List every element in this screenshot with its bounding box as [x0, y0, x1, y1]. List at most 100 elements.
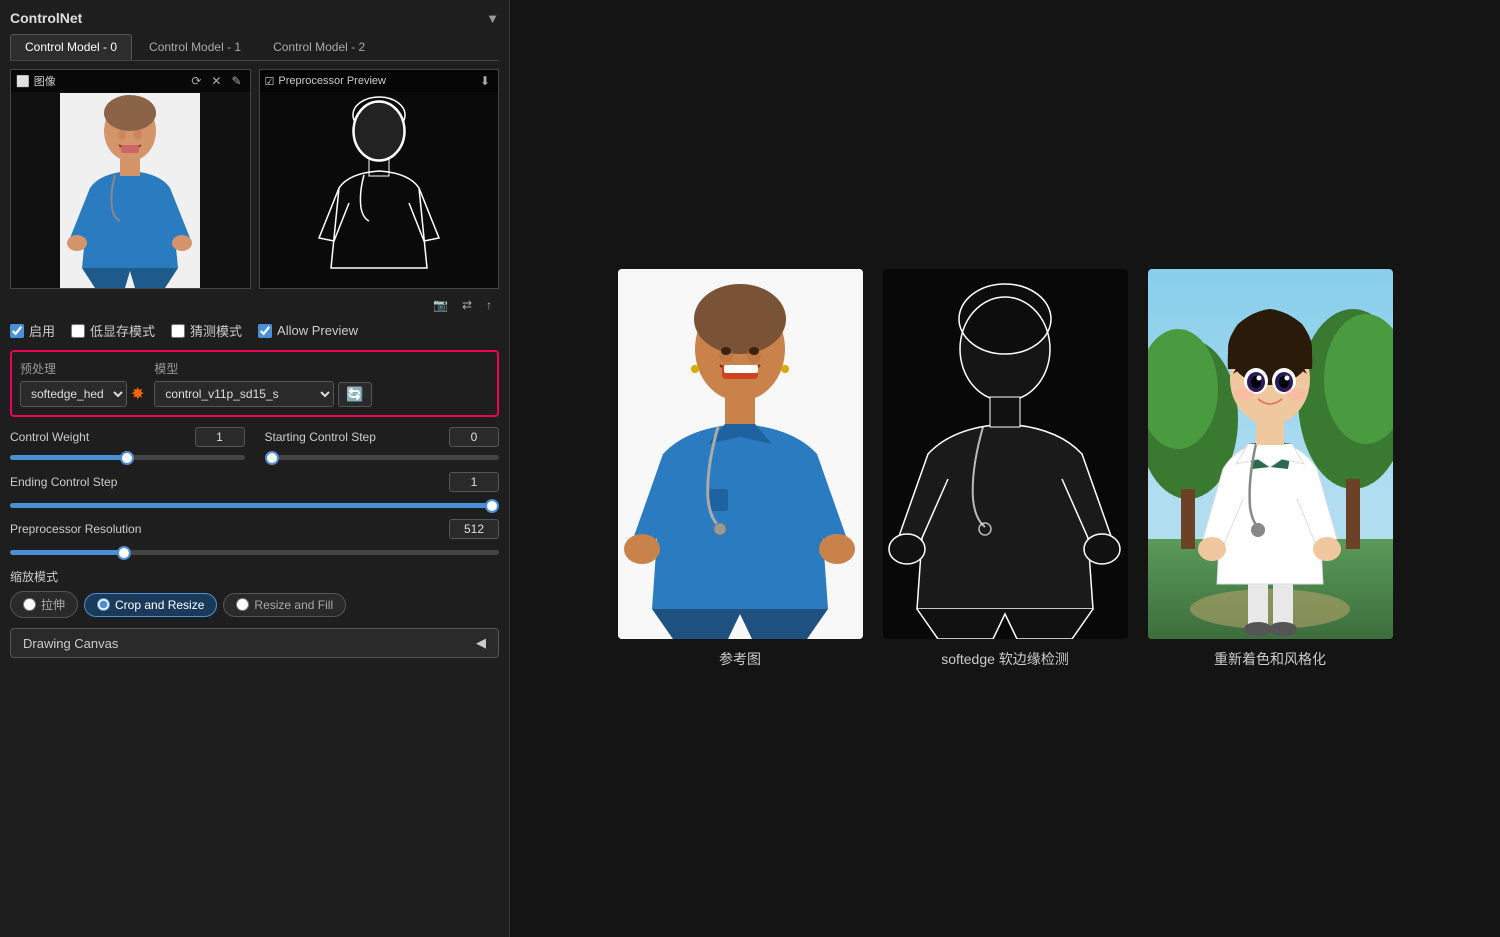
starting-step-row: Starting Control Step: [265, 427, 500, 447]
weight-starting-container: Control Weight Starting Control Step: [10, 427, 499, 460]
stretch-radio-input[interactable]: [23, 598, 36, 611]
ending-step-value[interactable]: [449, 472, 499, 492]
starting-step-slider[interactable]: [265, 455, 500, 460]
result-caption-edge: softedge 软边缘检测: [941, 649, 1069, 669]
enable-checkbox[interactable]: [10, 324, 24, 338]
right-panel: 参考图: [510, 0, 1500, 937]
control-weight-row: Control Weight: [10, 427, 245, 447]
result-nurse-photo-svg: [618, 269, 863, 639]
crop-resize-radio-input[interactable]: [97, 598, 110, 611]
result-image-edge: [883, 269, 1128, 639]
tab-control-model-0[interactable]: Control Model - 0: [10, 34, 132, 60]
result-images: 参考图: [618, 269, 1393, 669]
tab-control-model-1[interactable]: Control Model - 1: [134, 34, 256, 60]
close-source-button[interactable]: ✕: [208, 73, 224, 89]
result-caption-ref: 参考图: [719, 649, 761, 669]
enable-checkbox-item[interactable]: 启用: [10, 321, 55, 340]
result-col-anime: 重新着色和风格化: [1148, 269, 1393, 669]
toolbar-row: 📷 ⇄ ↑: [10, 297, 499, 313]
result-edge-svg: [883, 269, 1128, 639]
tab-bar: Control Model - 0 Control Model - 1 Cont…: [10, 34, 499, 61]
resolution-row: Preprocessor Resolution: [10, 519, 499, 539]
result-caption-anime: 重新着色和风格化: [1214, 649, 1326, 669]
source-image-box: ⬜ 图像 ⟳ ✕ ✎: [10, 69, 251, 289]
model-select[interactable]: control_v11p_sd15_s control_v11p_sd15_ca…: [154, 381, 334, 407]
crop-resize-radio[interactable]: Crop and Resize: [84, 593, 217, 617]
drawing-canvas-arrow: ◀: [476, 635, 486, 651]
resolution-label: Preprocessor Resolution: [10, 522, 141, 536]
result-col-ref: 参考图: [618, 269, 863, 669]
source-nurse-svg: [60, 93, 200, 288]
stretch-label: 拉伸: [41, 596, 65, 613]
control-weight-slider[interactable]: [10, 455, 245, 460]
fire-icon: ✸: [131, 384, 144, 404]
control-weight-label: Control Weight: [10, 430, 89, 444]
lowvram-checkbox-item[interactable]: 低显存模式: [71, 321, 155, 340]
panel-title: ControlNet: [10, 10, 82, 26]
result-image-anime: [1148, 269, 1393, 639]
ending-step-label: Ending Control Step: [10, 475, 117, 489]
checkbox-row: 启用 低显存模式 猜测模式 Allow Preview: [10, 321, 499, 340]
resize-fill-radio[interactable]: Resize and Fill: [223, 593, 346, 617]
preview-edge-svg: [309, 93, 449, 288]
preprocessor-field: 预处理 softedge_hed none canny depth openpo…: [20, 360, 144, 407]
starting-step-value[interactable]: [449, 427, 499, 447]
drawing-canvas-label: Drawing Canvas: [23, 636, 118, 651]
drawing-canvas-bar[interactable]: Drawing Canvas ◀: [10, 628, 499, 658]
zoom-mode-section: 缩放模式 拉伸 Crop and Resize Resize and Fill: [10, 568, 499, 618]
model-refresh-button[interactable]: 🔄: [338, 382, 371, 407]
preview-image-header: ☑ Preprocessor Preview ⬇: [260, 70, 499, 92]
starting-step-label: Starting Control Step: [265, 430, 376, 444]
starting-step-col: Starting Control Step: [265, 427, 500, 460]
image-icon: ⬜: [16, 75, 30, 88]
download-preview-button[interactable]: ⬇: [477, 73, 493, 89]
resize-fill-label: Resize and Fill: [254, 598, 333, 612]
weight-starting-section: Control Weight Starting Control Step: [10, 427, 499, 464]
swap-toolbar-button[interactable]: ⇄: [459, 297, 475, 313]
model-field: 模型 control_v11p_sd15_s control_v11p_sd15…: [154, 360, 489, 407]
camera-toolbar-button[interactable]: 📷: [430, 297, 451, 313]
source-image-actions: ⟳ ✕ ✎: [188, 73, 244, 89]
source-image-header: ⬜ 图像 ⟳ ✕ ✎: [11, 70, 250, 92]
zoom-radio-group: 拉伸 Crop and Resize Resize and Fill: [10, 591, 499, 618]
preprocessor-label: 预处理: [20, 360, 144, 377]
lowvram-checkbox[interactable]: [71, 324, 85, 338]
guess-checkbox-item[interactable]: 猜测模式: [171, 321, 242, 340]
result-anime-svg: [1148, 269, 1393, 639]
preview-checkbox-item[interactable]: Allow Preview: [258, 323, 358, 338]
model-label: 模型: [154, 360, 489, 377]
ending-step-slider[interactable]: [10, 503, 499, 508]
result-col-edge: softedge 软边缘检测: [883, 269, 1128, 669]
preview-checkbox-icon: ☑: [265, 75, 275, 88]
model-select-wrapper: control_v11p_sd15_s control_v11p_sd15_ca…: [154, 381, 489, 407]
resolution-value[interactable]: [449, 519, 499, 539]
upload-toolbar-button[interactable]: ↑: [483, 297, 495, 313]
preview-checkbox[interactable]: [258, 324, 272, 338]
control-weight-col: Control Weight: [10, 427, 245, 460]
preprocessor-model-section: 预处理 softedge_hed none canny depth openpo…: [10, 350, 499, 417]
preprocessor-select-wrapper: softedge_hed none canny depth openpose ✸: [20, 381, 144, 407]
ending-step-section: Ending Control Step: [10, 472, 499, 511]
resolution-slider[interactable]: [10, 550, 499, 555]
preprocessor-resolution-section: Preprocessor Resolution: [10, 519, 499, 558]
edit-source-button[interactable]: ✎: [228, 73, 244, 89]
source-image-label: ⬜ 图像: [16, 73, 56, 89]
result-image-ref: [618, 269, 863, 639]
preprocessor-model-row: 预处理 softedge_hed none canny depth openpo…: [20, 360, 489, 407]
preview-image-box: ☑ Preprocessor Preview ⬇: [259, 69, 500, 289]
preview-image-actions: ⬇: [477, 73, 493, 89]
guess-checkbox[interactable]: [171, 324, 185, 338]
ending-step-row: Ending Control Step: [10, 472, 499, 492]
crop-resize-label: Crop and Resize: [115, 598, 204, 612]
tab-control-model-2[interactable]: Control Model - 2: [258, 34, 380, 60]
refresh-source-button[interactable]: ⟳: [188, 73, 204, 89]
resize-fill-radio-input[interactable]: [236, 598, 249, 611]
preprocessor-select[interactable]: softedge_hed none canny depth openpose: [20, 381, 127, 407]
panel-header: ControlNet ▼: [10, 10, 499, 26]
zoom-mode-label: 缩放模式: [10, 568, 499, 585]
stretch-radio[interactable]: 拉伸: [10, 591, 78, 618]
control-weight-value[interactable]: [195, 427, 245, 447]
left-panel: ControlNet ▼ Control Model - 0 Control M…: [0, 0, 510, 937]
preview-image-label: ☑ Preprocessor Preview: [265, 75, 386, 88]
collapse-arrow[interactable]: ▼: [486, 11, 499, 26]
